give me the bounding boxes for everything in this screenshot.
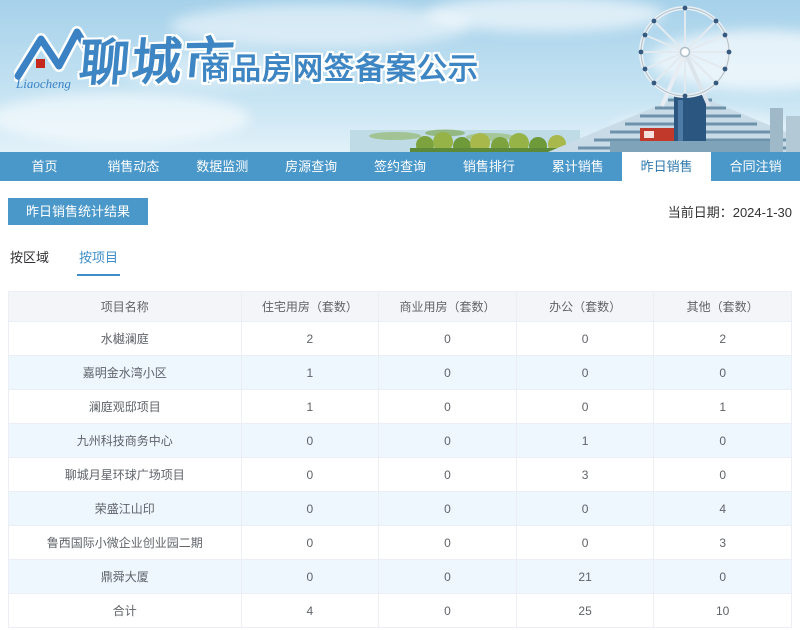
view-tab-0[interactable]: 按区域 xyxy=(8,247,51,276)
project-name-cell: 水樾澜庭 xyxy=(8,321,242,356)
sales-table: 项目名称 住宅用房（套数） 商业用房（套数） 办公（套数） 其他（套数） 水樾澜庭 2 0 0… xyxy=(8,291,792,628)
project-name-cell: 合计 xyxy=(8,593,242,628)
section-title-badge: 昨日销售统计结果 xyxy=(8,198,149,225)
residential-count-cell: 4 xyxy=(240,593,380,628)
residential-count-cell: 0 xyxy=(240,491,380,526)
table-row: 鼎舜大厦 0 0 21 0 xyxy=(8,559,792,594)
project-name-cell: 嘉明金水湾小区 xyxy=(8,355,242,390)
table-header-row: 项目名称 住宅用房（套数） 商业用房（套数） 办公（套数） 其他（套数） xyxy=(8,291,792,322)
office-count-cell: 0 xyxy=(515,321,655,356)
office-count-cell: 1 xyxy=(515,423,655,458)
logo-subtitle: Liaocheng xyxy=(15,76,71,91)
project-name-cell: 荣盛江山印 xyxy=(8,491,242,526)
column-header-4: 其他（套数） xyxy=(653,291,792,322)
banner-title-main: 商品房网签备案公示 xyxy=(200,53,479,86)
nav-item-3[interactable]: 房源查询 xyxy=(267,152,356,181)
project-name-cell: 鲁西国际小微企业创业园二期 xyxy=(8,525,242,560)
office-count-cell: 0 xyxy=(515,389,655,424)
residential-count-cell: 0 xyxy=(240,457,380,492)
table-row: 澜庭观邸项目 1 0 0 1 xyxy=(8,389,792,424)
nav-item-6[interactable]: 累计销售 xyxy=(533,152,622,181)
current-date-label: 当前日期： xyxy=(667,205,733,220)
office-count-cell: 3 xyxy=(515,457,655,492)
other-count-cell: 0 xyxy=(653,559,792,594)
project-name-cell: 九州科技商务中心 xyxy=(8,423,242,458)
residential-count-cell: 2 xyxy=(240,321,380,356)
nav-item-1[interactable]: 销售动态 xyxy=(89,152,178,181)
table-row: 嘉明金水湾小区 1 0 0 0 xyxy=(8,355,792,390)
table-row: 水樾澜庭 2 0 0 2 xyxy=(8,321,792,356)
office-count-cell: 0 xyxy=(515,491,655,526)
column-header-0: 项目名称 xyxy=(8,291,242,322)
commercial-count-cell: 0 xyxy=(378,593,517,628)
commercial-count-cell: 0 xyxy=(378,355,517,390)
nav-item-8[interactable]: 合同注销 xyxy=(711,152,800,181)
other-count-cell: 4 xyxy=(653,491,792,526)
office-count-cell: 21 xyxy=(515,559,655,594)
view-tab-1[interactable]: 按项目 xyxy=(77,247,121,276)
project-name-cell: 聊城月星环球广场项目 xyxy=(8,457,242,492)
office-count-cell: 25 xyxy=(515,593,655,628)
residential-count-cell: 1 xyxy=(240,355,380,390)
other-count-cell: 0 xyxy=(653,423,792,458)
table-row: 九州科技商务中心 0 0 1 0 xyxy=(8,423,792,458)
commercial-count-cell: 0 xyxy=(378,457,517,492)
commercial-count-cell: 0 xyxy=(378,321,517,356)
nav-item-5[interactable]: 销售排行 xyxy=(444,152,533,181)
nav-item-2[interactable]: 数据监测 xyxy=(178,152,267,181)
residential-count-cell: 0 xyxy=(240,525,380,560)
commercial-count-cell: 0 xyxy=(378,389,517,424)
toolbar: 昨日销售统计结果 当前日期：2024-1-30 xyxy=(8,198,792,225)
residential-count-cell: 0 xyxy=(240,559,380,594)
column-header-2: 商业用房（套数） xyxy=(378,291,517,322)
project-name-cell: 澜庭观邸项目 xyxy=(8,389,242,424)
other-count-cell: 2 xyxy=(653,321,792,356)
residential-count-cell: 0 xyxy=(240,423,380,458)
office-count-cell: 0 xyxy=(515,525,655,560)
nav-item-0[interactable]: 首页 xyxy=(0,152,89,181)
other-count-cell: 0 xyxy=(653,355,792,390)
main-nav: 首页 销售动态 数据监测 房源查询 签约查询 销售排行 累计销售 昨日销售 合同注销 xyxy=(0,152,800,181)
commercial-count-cell: 0 xyxy=(378,491,517,526)
commercial-count-cell: 0 xyxy=(378,559,517,594)
view-tabs: 按区域 按项目 xyxy=(8,247,792,276)
other-count-cell: 3 xyxy=(653,525,792,560)
other-count-cell: 1 xyxy=(653,389,792,424)
nav-item-4[interactable]: 签约查询 xyxy=(356,152,445,181)
project-name-cell: 鼎舜大厦 xyxy=(8,559,242,594)
column-header-1: 住宅用房（套数） xyxy=(240,291,380,322)
column-header-3: 办公（套数） xyxy=(515,291,655,322)
commercial-count-cell: 0 xyxy=(378,423,517,458)
nav-item-7[interactable]: 昨日销售 xyxy=(622,152,712,181)
table-total-row: 合计 4 0 25 10 xyxy=(8,593,792,628)
table-row: 鲁西国际小微企业创业园二期 0 0 0 3 xyxy=(8,525,792,560)
content-area: 昨日销售统计结果 当前日期：2024-1-30 按区域 按项目 项目名称 住宅用房（… xyxy=(0,198,800,628)
current-date: 当前日期：2024-1-30 xyxy=(668,202,792,221)
office-count-cell: 0 xyxy=(515,355,655,390)
banner: Liaocheng 聊城市 商品房网签备案公示 xyxy=(0,0,800,152)
other-count-cell: 0 xyxy=(653,457,792,492)
current-date-value: 2024-1-30 xyxy=(732,205,792,220)
table-row: 聊城月星环球广场项目 0 0 3 0 xyxy=(8,457,792,492)
commercial-count-cell: 0 xyxy=(378,525,517,560)
table-row: 荣盛江山印 0 0 0 4 xyxy=(8,491,792,526)
residential-count-cell: 1 xyxy=(240,389,380,424)
other-count-cell: 10 xyxy=(653,593,792,628)
